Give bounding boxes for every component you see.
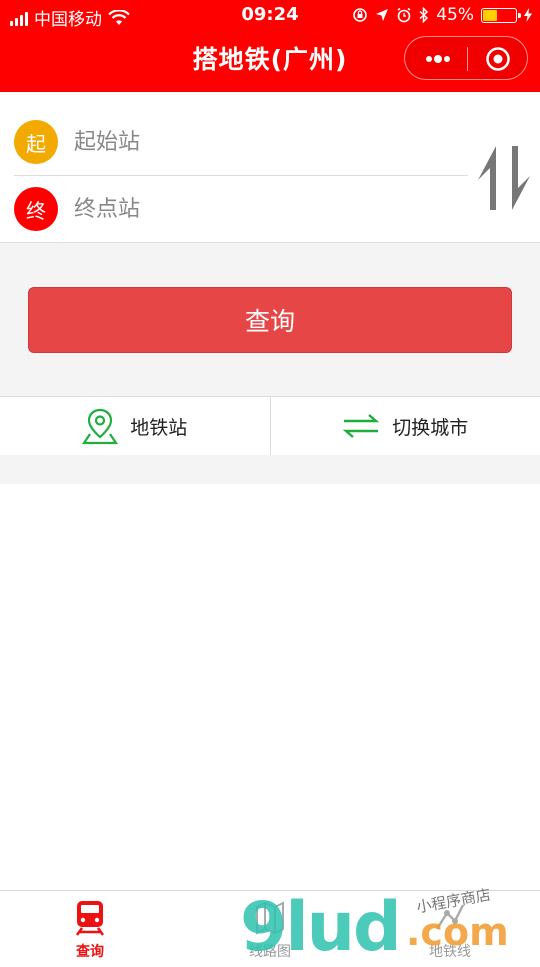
query-area: 查询 bbox=[0, 243, 540, 396]
target-icon[interactable] bbox=[485, 46, 511, 72]
status-right: 45% bbox=[352, 5, 532, 25]
battery-fill bbox=[483, 10, 497, 21]
tab-subway-line[interactable]: 地铁线 bbox=[360, 891, 540, 961]
start-badge: 起 bbox=[14, 120, 58, 164]
start-station-row: 起 bbox=[14, 109, 468, 176]
tab-route-map[interactable]: 线路图 bbox=[180, 891, 360, 961]
capsule-divider bbox=[467, 47, 468, 71]
bluetooth-icon bbox=[419, 7, 429, 23]
switch-city-button[interactable]: 切换城市 bbox=[270, 397, 540, 455]
tab-query[interactable]: 查询 bbox=[0, 891, 180, 961]
line-icon bbox=[433, 899, 467, 937]
tab-query-label: 查询 bbox=[76, 941, 104, 961]
start-station-input[interactable] bbox=[72, 129, 436, 156]
route-panel: 起 终 bbox=[0, 92, 540, 243]
map-icon bbox=[253, 899, 287, 937]
miniprogram-capsule bbox=[404, 36, 528, 80]
alarm-icon bbox=[396, 7, 412, 23]
query-button[interactable]: 查询 bbox=[28, 287, 512, 353]
charging-icon bbox=[524, 8, 532, 22]
swap-vertical-icon[interactable] bbox=[474, 144, 534, 212]
subway-station-label: 地铁站 bbox=[130, 413, 187, 440]
switch-city-label: 切换城市 bbox=[392, 413, 468, 440]
train-icon bbox=[73, 899, 107, 937]
tab-route-map-label: 线路图 bbox=[249, 941, 291, 961]
battery-percent: 45% bbox=[436, 5, 474, 25]
divider-strip bbox=[0, 455, 540, 484]
status-bar: 中国移动 09:24 bbox=[0, 0, 540, 30]
subway-station-button[interactable]: 地铁站 bbox=[0, 397, 270, 455]
tab-bar: 查询 线路图 地铁线 bbox=[0, 890, 540, 961]
action-row: 地铁站 切换城市 bbox=[0, 396, 540, 456]
location-arrow-icon bbox=[375, 8, 389, 22]
end-badge: 终 bbox=[14, 187, 58, 231]
orientation-lock-icon bbox=[352, 7, 368, 23]
more-dots-icon[interactable] bbox=[423, 47, 453, 71]
tab-subway-line-label: 地铁线 bbox=[429, 941, 471, 961]
swap-horizontal-icon bbox=[342, 413, 380, 439]
top-bar: 中国移动 09:24 bbox=[0, 0, 540, 92]
location-pin-icon bbox=[82, 407, 118, 445]
end-station-input[interactable] bbox=[72, 196, 436, 223]
end-station-row: 终 bbox=[14, 176, 468, 242]
battery-icon bbox=[481, 8, 517, 23]
